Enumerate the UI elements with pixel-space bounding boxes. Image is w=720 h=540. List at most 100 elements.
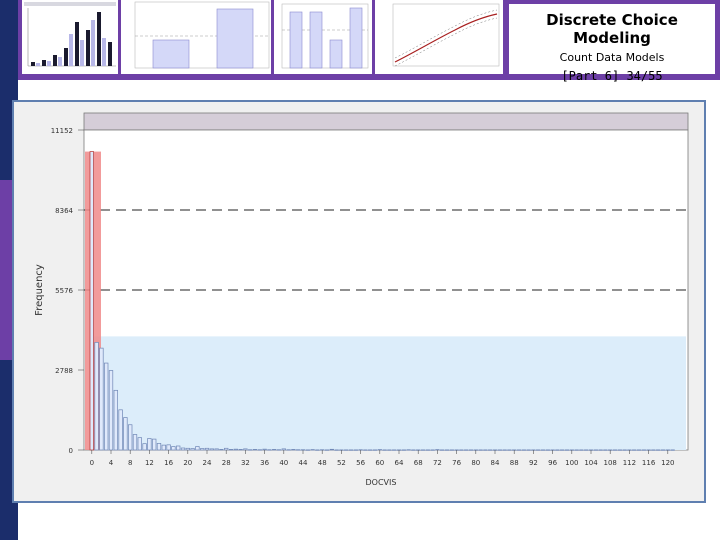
chart-frame: 0 2788 5576 8364 11152 0 4 8 12 16 20 24 28 32 36 40 44… bbox=[12, 100, 706, 503]
histogram-bar bbox=[238, 449, 243, 451]
histogram-bar bbox=[449, 449, 454, 451]
x-tick-label: 52 bbox=[337, 459, 346, 467]
x-tick-label: 92 bbox=[529, 459, 538, 467]
histogram-bar bbox=[152, 438, 157, 451]
histogram-bar bbox=[344, 449, 349, 451]
histogram-bar bbox=[104, 362, 109, 451]
x-tick-label: 28 bbox=[222, 459, 231, 467]
histogram-bar bbox=[368, 449, 373, 451]
histogram-bar bbox=[291, 449, 296, 451]
x-axis-label: DOCVIS bbox=[366, 478, 397, 487]
x-tick-label: 120 bbox=[661, 459, 674, 467]
histogram-bar bbox=[651, 449, 656, 451]
plot-header-strip bbox=[83, 112, 689, 131]
histogram-bar bbox=[257, 449, 262, 451]
x-tick-label: 96 bbox=[548, 459, 557, 467]
x-tick-label: 116 bbox=[642, 459, 656, 467]
x-tick-label: 68 bbox=[414, 459, 423, 467]
x-tick-label: 88 bbox=[510, 459, 519, 467]
x-tick-label: 0 bbox=[90, 459, 94, 467]
thumbnail-bar-chart-2 bbox=[121, 0, 272, 74]
x-tick-label: 56 bbox=[356, 459, 365, 467]
histogram-bar bbox=[89, 151, 94, 451]
histogram-bar bbox=[190, 448, 195, 451]
histogram-bar bbox=[99, 347, 104, 451]
thumbnail-bar-chart-3-graphic bbox=[281, 3, 369, 69]
x-tick-label: 16 bbox=[164, 459, 173, 467]
x-tick-label: 36 bbox=[260, 459, 269, 467]
histogram-bar bbox=[286, 449, 291, 451]
histogram-bar bbox=[281, 448, 286, 451]
histogram-bar bbox=[502, 449, 507, 451]
histogram-bar bbox=[540, 449, 546, 451]
histogram-bar bbox=[401, 449, 406, 451]
histogram-bar bbox=[132, 434, 138, 451]
histogram-bar bbox=[660, 449, 666, 451]
histogram-bar bbox=[200, 448, 205, 451]
histogram-bar bbox=[564, 449, 570, 451]
histogram-bar bbox=[209, 448, 214, 451]
histogram-bar bbox=[526, 449, 531, 451]
thumbnail-bar-chart-3 bbox=[274, 0, 373, 74]
x-tick-label: 72 bbox=[433, 459, 442, 467]
histogram-bar bbox=[94, 342, 99, 451]
x-tick-label: 44 bbox=[299, 459, 308, 467]
histogram-bar bbox=[166, 444, 171, 451]
histogram-bar bbox=[670, 449, 675, 451]
slide-subtitle: Count Data Models bbox=[559, 51, 665, 64]
histogram-bar bbox=[219, 449, 224, 451]
x-tick-label: 60 bbox=[375, 459, 384, 467]
histogram-bar bbox=[276, 449, 282, 451]
x-tick-label: 100 bbox=[565, 459, 578, 467]
histogram-bar bbox=[507, 449, 512, 451]
histogram-bar bbox=[593, 449, 598, 451]
y-tick-label: 5576 bbox=[55, 287, 73, 295]
x-tick-label: 84 bbox=[491, 459, 500, 467]
y-tick-label: 2788 bbox=[55, 367, 73, 375]
histogram-bar bbox=[272, 449, 277, 451]
histogram-bar bbox=[387, 449, 392, 451]
histogram-bar bbox=[334, 449, 339, 451]
histogram-bar bbox=[195, 446, 200, 451]
histogram-bar bbox=[435, 449, 440, 451]
histogram-bar bbox=[617, 449, 622, 451]
x-tick-label: 12 bbox=[145, 459, 154, 467]
x-tick-label: 24 bbox=[203, 459, 212, 467]
histogram-bar bbox=[411, 449, 416, 451]
histogram-bar bbox=[180, 447, 186, 451]
docvis-histogram: 027885576836411152 0 4 8 12 16 20 24 28 32 36 40 44… bbox=[34, 112, 689, 487]
histogram-bar bbox=[248, 449, 253, 451]
histogram-bar bbox=[632, 449, 637, 451]
x-tick-label: 20 bbox=[183, 459, 192, 467]
histogram-bar bbox=[147, 438, 152, 451]
histogram-bar bbox=[204, 447, 210, 451]
histogram-bar bbox=[228, 449, 234, 451]
histogram-bar bbox=[310, 449, 315, 451]
x-tick-label: 40 bbox=[279, 459, 288, 467]
x-tick-label: 4 bbox=[109, 459, 114, 467]
histogram-bar bbox=[392, 449, 397, 451]
shaded-region bbox=[93, 336, 687, 450]
histogram-bar bbox=[382, 449, 387, 451]
x-tick-label: 8 bbox=[128, 459, 132, 467]
histogram-bar bbox=[137, 437, 142, 451]
histogram-bar bbox=[243, 448, 248, 451]
slide-title-box: Discrete Choice Modeling Count Data Mode… bbox=[507, 2, 717, 83]
histogram-bar bbox=[324, 449, 330, 451]
histogram-bar bbox=[459, 449, 464, 451]
histogram-bar bbox=[118, 409, 123, 451]
thumbnail-line-chart bbox=[375, 0, 504, 74]
histogram-bar bbox=[579, 449, 584, 451]
histogram-bar bbox=[636, 449, 642, 451]
histogram-bar bbox=[252, 449, 258, 451]
histogram-bar bbox=[353, 449, 358, 451]
histogram-bar bbox=[420, 449, 426, 451]
thumbnail-line-chart-graphic bbox=[392, 3, 500, 67]
histogram-bar bbox=[406, 449, 411, 451]
histogram-bar bbox=[262, 448, 267, 451]
histogram-bar bbox=[641, 449, 646, 451]
histogram-bar bbox=[176, 445, 181, 451]
histogram-bar bbox=[267, 449, 272, 451]
y-tick-label: 11152 bbox=[51, 127, 73, 135]
histogram-bar bbox=[372, 449, 378, 451]
